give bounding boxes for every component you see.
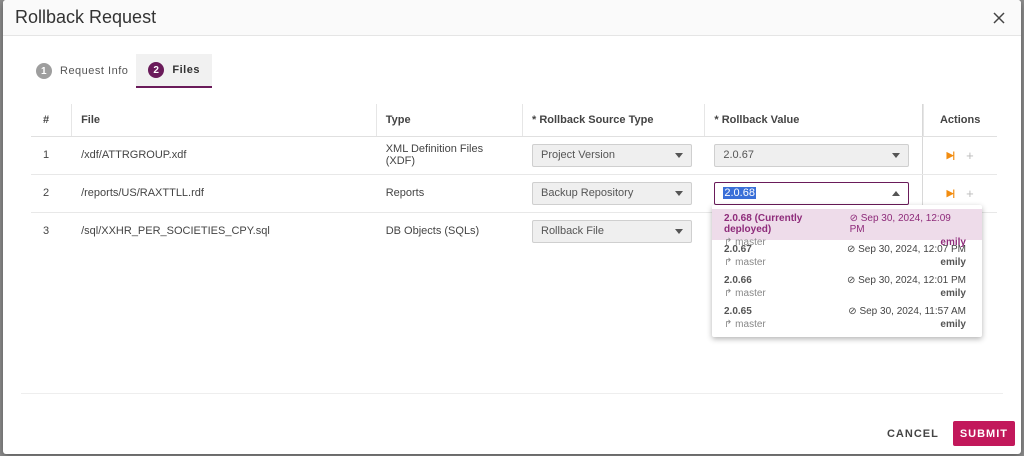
row-type: XML Definition Files (XDF) xyxy=(375,136,522,175)
dialog-title: Rollback Request xyxy=(15,7,157,27)
source-type-select[interactable]: Rollback File xyxy=(532,219,692,243)
step-number-badge: 1 xyxy=(36,63,52,79)
option-user: emily xyxy=(940,319,966,330)
branch-icon: ↱ xyxy=(724,288,733,299)
rollback-value-select[interactable]: 2.0.68 xyxy=(714,181,910,205)
branch-icon: ↱ xyxy=(724,319,733,330)
option-date: Sep 30, 2024, 12:09 PM xyxy=(849,213,951,235)
row-file: /sql/XXHR_PER_SOCIETIES_CPY.sql xyxy=(81,225,270,238)
row-num: 1 xyxy=(31,136,72,175)
close-button[interactable] xyxy=(989,8,1009,28)
tab-label: Request Info xyxy=(60,65,129,77)
table-row: 1 /xdf/ATTRGROUP.xdf XML Definition File… xyxy=(31,136,997,175)
row-file: /reports/US/RAXTTLL.rdf xyxy=(71,174,376,213)
dropdown-option[interactable]: 2.0.67 ↱ master ⊘ Sep 30, 2024, 12:07 PM… xyxy=(712,240,982,271)
dialog-footer: CANCEL SUBMIT xyxy=(887,421,1015,446)
option-user: emily xyxy=(940,288,966,299)
horizontal-scrollbar[interactable] xyxy=(21,393,1003,394)
rollback-value-select[interactable]: 2.0.67 xyxy=(714,143,910,167)
header-rollback-value: * Rollback Value xyxy=(704,104,923,137)
skip-to-end-icon[interactable]: ▶| xyxy=(947,188,956,199)
header-file: File xyxy=(71,104,376,137)
dropdown-option[interactable]: 2.0.66 ↱ master ⊘ Sep 30, 2024, 12:01 PM… xyxy=(712,271,982,302)
add-icon[interactable]: + xyxy=(966,148,974,163)
row-type: Reports xyxy=(375,174,522,213)
clock-check-icon: ⊘ xyxy=(846,244,856,255)
chevron-down-icon xyxy=(675,152,683,158)
option-branch: master xyxy=(735,257,766,268)
select-value: Project Version xyxy=(541,149,615,161)
step-number-badge: 2 xyxy=(148,62,165,78)
header-actions: Actions xyxy=(922,104,997,137)
chevron-down-icon xyxy=(675,228,683,234)
option-version: 2.0.68 (Currently deployed) xyxy=(724,213,803,235)
clock-check-icon: ⊘ xyxy=(846,275,856,286)
tab-request-info[interactable]: 1 Request Info xyxy=(28,54,136,88)
option-version: 2.0.67 xyxy=(724,244,752,255)
dropdown-option[interactable]: 2.0.68 (Currently deployed) ↱ master ⊘ S… xyxy=(712,209,982,248)
stepper-tabs: 1 Request Info 2 Files xyxy=(28,54,212,88)
source-type-select[interactable]: Project Version xyxy=(532,143,692,167)
tab-files[interactable]: 2 Files xyxy=(136,54,212,88)
dropdown-option[interactable]: 2.0.65 ↱ master ⊘ Sep 30, 2024, 11:57 AM… xyxy=(712,302,982,333)
select-value: Backup Repository xyxy=(541,187,634,199)
option-branch: master xyxy=(735,319,766,330)
chevron-up-icon xyxy=(892,190,901,196)
clock-check-icon: ⊘ xyxy=(848,306,857,317)
header-type: Type xyxy=(375,104,522,137)
clock-check-icon: ⊘ xyxy=(849,213,858,224)
row-file: /xdf/ATTRGROUP.xdf xyxy=(71,136,376,175)
row-num: 2 xyxy=(31,174,72,213)
option-branch: master xyxy=(735,288,766,299)
tab-label: Files xyxy=(172,64,200,76)
select-value: Rollback File xyxy=(541,225,604,238)
select-value[interactable]: 2.0.68 xyxy=(723,187,756,199)
add-icon[interactable]: + xyxy=(966,186,974,201)
cancel-button[interactable]: CANCEL xyxy=(887,428,939,440)
dialog-header: Rollback Request xyxy=(3,0,1021,36)
chevron-down-icon xyxy=(675,190,683,196)
branch-icon: ↱ xyxy=(724,257,733,268)
option-version: 2.0.66 xyxy=(724,275,752,286)
header-source-type: * Rollback Source Type xyxy=(522,104,705,137)
table-header-row: # File Type * Rollback Source Type * Rol… xyxy=(31,104,997,137)
option-version: 2.0.65 xyxy=(724,306,752,317)
row-num: 3 xyxy=(43,225,50,238)
rollback-value-dropdown: 2.0.68 (Currently deployed) ↱ master ⊘ S… xyxy=(712,205,982,337)
option-user: emily xyxy=(940,257,966,268)
row-type: DB Objects (SQLs) xyxy=(385,225,480,238)
skip-to-end-icon[interactable]: ▶| xyxy=(947,150,956,161)
option-date: Sep 30, 2024, 12:01 PM xyxy=(858,275,966,286)
option-date: Sep 30, 2024, 12:07 PM xyxy=(858,244,966,255)
option-date: Sep 30, 2024, 11:57 AM xyxy=(859,306,966,317)
close-icon xyxy=(993,11,1005,24)
header-num: # xyxy=(31,104,72,137)
source-type-select[interactable]: Backup Repository xyxy=(532,181,692,205)
select-value: 2.0.67 xyxy=(723,149,754,161)
submit-button[interactable]: SUBMIT xyxy=(952,421,1015,446)
chevron-down-icon xyxy=(892,152,901,158)
